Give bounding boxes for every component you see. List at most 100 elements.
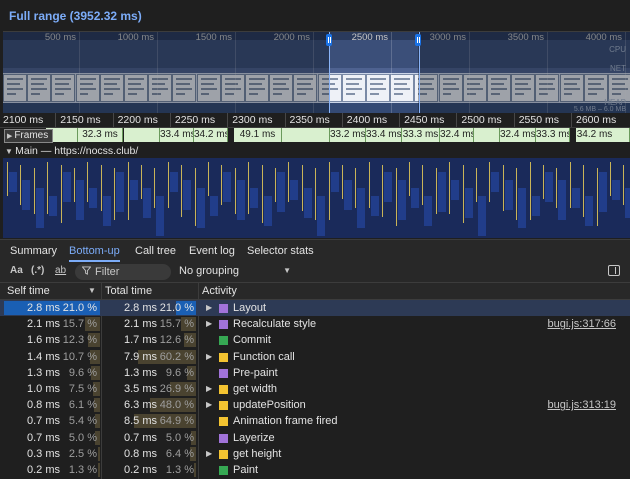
task-block — [598, 172, 607, 212]
tab-call-tree[interactable]: Call tree — [135, 240, 176, 262]
category-color-swatch — [219, 304, 228, 313]
source-link[interactable]: bugi.js:317:66 — [548, 316, 617, 332]
tab-bottom-up[interactable]: Bottom-up — [69, 240, 120, 262]
frame-block[interactable] — [474, 128, 500, 142]
total-time-ms: 0.7 ms — [123, 431, 157, 444]
expand-arrow-icon[interactable]: ▶ — [206, 446, 212, 462]
tab-event-log[interactable]: Event log — [189, 240, 235, 262]
task-marker — [422, 165, 424, 205]
self-time-pct: 9.6 % — [68, 366, 97, 379]
task-block — [183, 180, 192, 210]
range-title[interactable]: Full range (3952.32 ms) — [9, 9, 142, 23]
self-time-pct: 5.4 % — [68, 415, 97, 428]
total-time-pct: 6.4 % — [165, 447, 194, 460]
task-marker — [368, 162, 370, 208]
category-color-swatch — [219, 368, 228, 378]
frame-block[interactable]: 34.2 ms — [194, 128, 228, 142]
ruler-tick-label: 2450 ms — [404, 114, 445, 126]
task-block — [129, 180, 138, 200]
task-marker — [47, 162, 49, 214]
header-activity[interactable]: Activity — [202, 283, 237, 299]
table-row[interactable]: 0.7 ms 5.4 % 8.5 ms 64.9 % Animation frame f… — [0, 413, 630, 429]
frame-block[interactable] — [612, 128, 630, 142]
frames-label[interactable]: ▶ Frames — [4, 129, 54, 143]
timeline-overview[interactable]: 500 ms 1000 ms 1500 ms 2000 ms 2500 ms 3000 m… — [3, 31, 630, 114]
activity-name: get height — [233, 447, 282, 460]
total-time-pct: 12.6 % — [159, 334, 194, 347]
tab-summary[interactable]: Summary — [10, 240, 57, 262]
tab-selector-stats[interactable]: Selector stats — [247, 240, 314, 262]
task-marker — [583, 165, 585, 217]
main-flame-chart[interactable] — [3, 158, 630, 238]
task-marker — [74, 168, 75, 202]
table-row[interactable]: 0.7 ms 5.0 % 0.7 ms 5.0 % Layerize — [0, 430, 630, 446]
frame-block[interactable]: 33.3 ms — [402, 128, 440, 142]
frame-block[interactable] — [124, 128, 160, 142]
ruler-tick-label: 2350 ms — [289, 114, 330, 126]
task-block — [196, 188, 205, 228]
task-block — [625, 188, 630, 218]
table-row[interactable]: 1.0 ms 7.5 % 3.5 ms 26.9 % ▶ get width — [0, 381, 630, 397]
regex-button[interactable]: (.*) — [31, 265, 44, 276]
table-row[interactable]: 1.3 ms 9.6 % 1.3 ms 9.6 % Pre-paint — [0, 365, 630, 381]
frame-block[interactable]: 32.4 ms — [500, 128, 536, 142]
match-case-button[interactable]: Aa — [10, 265, 23, 276]
frame-block[interactable]: 32.4 ms — [440, 128, 474, 142]
frame-block[interactable]: 33.4 ms — [160, 128, 194, 142]
sidebar-toggle-icon[interactable] — [608, 265, 620, 276]
task-marker — [489, 162, 491, 202]
table-row[interactable]: 2.8 ms 21.0 % 2.8 ms 21.0 % ▶ Layout — [0, 300, 630, 317]
ruler-gridline — [513, 113, 515, 127]
frame-block[interactable]: 49.1 ms — [234, 128, 282, 142]
expand-arrow-icon[interactable]: ▶ — [206, 316, 212, 332]
frame-block[interactable]: 33.4 ms — [366, 128, 402, 142]
frames-track[interactable]: 32.3 ms 33.4 ms 34.2 ms 49.1 ms 33.2 ms 33.4 … — [0, 128, 630, 143]
expand-arrow-icon[interactable]: ▶ — [206, 397, 212, 413]
total-time-ms: 0.2 ms — [123, 464, 157, 476]
frame-block[interactable]: 32.3 ms — [78, 128, 123, 142]
total-time-bar — [194, 463, 196, 477]
header-total-time[interactable]: Total time — [105, 283, 152, 299]
filter-input[interactable] — [95, 265, 167, 278]
table-row[interactable]: 0.3 ms 2.5 % 0.8 ms 6.4 % ▶ get height — [0, 446, 630, 462]
filter-box[interactable] — [75, 264, 171, 280]
task-block — [76, 180, 84, 220]
table-row[interactable]: 0.8 ms 6.1 % 6.3 ms 48.0 % ▶ updatePosition bu… — [0, 397, 630, 413]
expand-arrow-icon[interactable]: ▶ — [206, 381, 212, 397]
frame-block[interactable]: 34.2 ms — [576, 128, 614, 142]
task-marker — [543, 165, 544, 199]
selection-left-handle[interactable] — [326, 34, 332, 46]
sort-desc-icon[interactable]: ▼ — [88, 283, 96, 299]
grouping-select[interactable]: No grouping ▼ — [179, 265, 291, 277]
task-block — [571, 188, 580, 208]
frame-block[interactable] — [282, 128, 330, 142]
table-row[interactable]: 1.6 ms 12.3 % 1.7 ms 12.6 % Commit — [0, 332, 630, 348]
table-row[interactable]: 0.2 ms 1.3 % 0.2 ms 1.3 % Paint — [0, 462, 630, 478]
table-row[interactable]: 2.1 ms 15.7 % 2.1 ms 15.7 % ▶ Recalculate sty… — [0, 316, 630, 332]
task-marker — [181, 165, 183, 217]
selection-right-handle[interactable] — [415, 34, 421, 46]
task-block — [437, 172, 446, 212]
whole-word-button[interactable]: ab — [55, 265, 66, 276]
header-self-time[interactable]: Self time — [7, 283, 50, 299]
self-time-pct: 15.7 % — [62, 318, 97, 331]
frame-block[interactable]: 33.3 ms — [536, 128, 570, 142]
task-marker — [502, 165, 504, 211]
task-block — [478, 196, 486, 236]
selection-window[interactable] — [329, 32, 420, 114]
expand-arrow-icon[interactable]: ▶ — [206, 349, 212, 365]
task-marker — [476, 168, 477, 202]
main-track-header[interactable]: ▼ Main — https://nocss.club/ — [0, 143, 630, 158]
task-marker — [315, 168, 317, 220]
frame-block[interactable]: 33.2 ms — [330, 128, 366, 142]
ruler-gridline — [55, 113, 57, 127]
task-block — [143, 188, 151, 218]
task-block — [330, 172, 339, 192]
task-block — [250, 188, 259, 208]
source-link[interactable]: bugi.js:313:19 — [548, 397, 617, 413]
table-row[interactable]: 1.4 ms 10.7 % 7.9 ms 60.2 % ▶ Function call — [0, 349, 630, 365]
expand-arrow-icon[interactable]: ▶ — [206, 300, 212, 316]
task-marker — [435, 168, 437, 214]
self-time-ms: 0.7 ms — [26, 431, 60, 444]
task-marker — [194, 168, 196, 226]
